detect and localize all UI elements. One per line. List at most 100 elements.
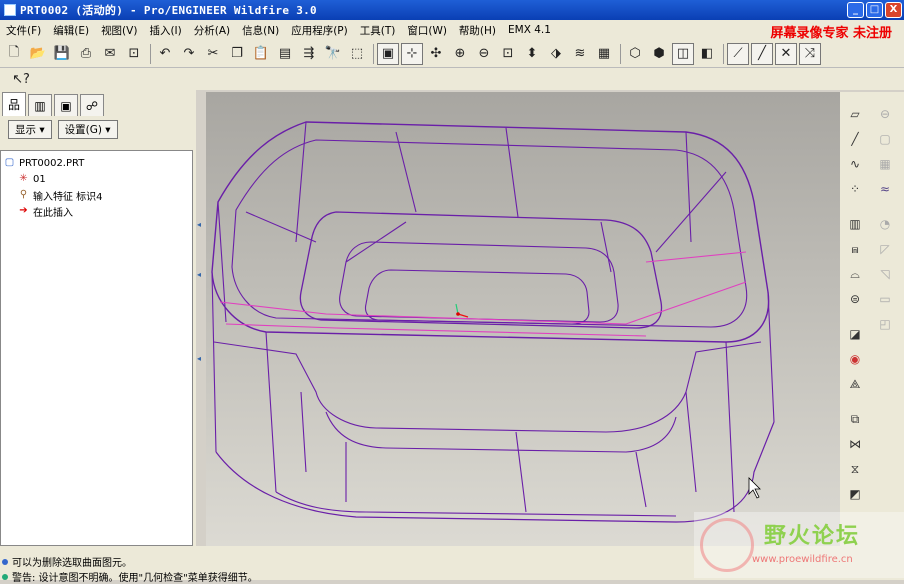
repaint-icon[interactable]: ▣ <box>377 42 399 65</box>
model-tree-tab-icon[interactable]: 品 <box>2 92 26 116</box>
hole-icon[interactable]: ⊖ <box>875 104 895 124</box>
blend-icon[interactable]: ⊜ <box>845 289 865 309</box>
layers-icon[interactable]: ≋ <box>569 43 591 65</box>
message-text: 可以为删除选取曲面图元。 <box>12 558 132 569</box>
menu-help[interactable]: 帮助(H) <box>453 23 502 38</box>
new-file-icon[interactable]: 🗋 <box>3 43 25 65</box>
collapse-arrow-icon[interactable]: ◂ <box>197 220 201 229</box>
menu-edit[interactable]: 编辑(E) <box>47 23 95 38</box>
graphics-window[interactable] <box>206 92 840 546</box>
boundary-blend-icon[interactable]: ≈ <box>875 179 895 199</box>
collapse-arrow-icon[interactable]: ◂ <box>197 270 201 279</box>
menu-analysis[interactable]: 分析(A) <box>188 23 236 38</box>
menu-emx[interactable]: EMX 4.1 <box>502 24 557 36</box>
tree-item-datum[interactable]: ✳ 01 <box>1 171 192 187</box>
menu-window[interactable]: 窗口(W) <box>401 23 453 38</box>
mirror-icon[interactable]: ⋈ <box>845 434 865 454</box>
hidden-line-icon[interactable]: ⬢ <box>648 43 670 65</box>
tree-item-insert-here[interactable]: ➔ 在此插入 <box>1 203 192 219</box>
orient-mode-icon[interactable]: ✣ <box>425 43 447 65</box>
view-manager-icon[interactable]: ▦ <box>593 43 615 65</box>
sweep-icon[interactable]: ⌓ <box>845 264 865 284</box>
part-icon: ▢ <box>4 157 15 168</box>
copy-feature-icon[interactable]: ⧉ <box>845 409 865 429</box>
spin-center-icon[interactable]: ⊹ <box>401 42 423 65</box>
rib-icon[interactable]: ▦ <box>875 154 895 174</box>
menu-view[interactable]: 视图(V) <box>95 23 143 38</box>
tree-item-import-feature[interactable]: ⚲ 输入特征 标识4 <box>1 187 192 203</box>
offset-icon[interactable]: ◰ <box>875 314 895 334</box>
menu-bar: 文件(F) 编辑(E) 视图(V) 插入(I) 分析(A) 信息(N) 应用程序… <box>0 20 904 40</box>
panel-splitter[interactable]: ◂ ◂ ◂ <box>196 90 206 546</box>
coordinate-systems-icon[interactable]: ⤨ <box>799 42 821 65</box>
insert-here-icon: ➔ <box>19 205 28 216</box>
menu-file[interactable]: 文件(F) <box>0 23 47 38</box>
style-icon[interactable]: ◪ <box>845 324 865 344</box>
coordinate-triad <box>455 303 469 318</box>
open-folder-icon[interactable]: 📂 <box>27 43 49 65</box>
menu-info[interactable]: 信息(N) <box>236 23 285 38</box>
reorient-icon[interactable]: ⬍ <box>521 43 543 65</box>
sketched-curve-icon[interactable]: ∿ <box>845 154 865 174</box>
connections-tab-icon[interactable]: ☍ <box>80 94 104 116</box>
paste-icon[interactable]: 📋 <box>250 43 272 65</box>
chamfer-icon[interactable]: ◸ <box>875 239 895 259</box>
datum-axes-icon[interactable]: ╱ <box>751 42 773 65</box>
send-icon[interactable]: ⊡ <box>123 43 145 65</box>
email-icon[interactable]: ✉ <box>99 43 121 65</box>
forum-name: 野火论坛 <box>764 523 861 549</box>
shading-icon[interactable]: ◧ <box>696 43 718 65</box>
regenerate-icon[interactable]: ⇶ <box>298 43 320 65</box>
extrude-icon[interactable]: ▥ <box>845 214 865 234</box>
minimize-button[interactable]: _ <box>847 2 864 18</box>
zoom-in-icon[interactable]: ⊕ <box>449 43 471 65</box>
folder-browser-tab-icon[interactable]: ▥ <box>28 94 52 116</box>
menu-tools[interactable]: 工具(T) <box>354 23 402 38</box>
menu-applications[interactable]: 应用程序(P) <box>285 23 354 38</box>
save-icon[interactable]: 💾 <box>51 43 73 65</box>
warning-dot-icon <box>2 573 8 580</box>
cut-icon[interactable]: ✂ <box>202 43 224 65</box>
datum-points-icon[interactable]: ✕ <box>775 42 797 65</box>
print-icon[interactable]: ⎙ <box>75 43 97 65</box>
refit-icon[interactable]: ⊡ <box>497 43 519 65</box>
redo-icon[interactable]: ↷ <box>178 43 200 65</box>
wireframe-icon[interactable]: ⬡ <box>624 43 646 65</box>
tree-item-label: 在此插入 <box>33 207 73 219</box>
settings-dropdown[interactable]: 设置(G) ▾ <box>57 120 118 139</box>
trim-icon[interactable]: ◩ <box>845 484 865 504</box>
context-help-icon[interactable]: ↖? <box>10 68 32 90</box>
toolbar-separator <box>150 43 151 64</box>
datum-planes-icon[interactable]: ⟋ <box>727 42 749 65</box>
shell-icon[interactable]: ▢ <box>875 129 895 149</box>
maximize-button[interactable]: □ <box>866 2 883 18</box>
pattern-icon[interactable]: ▭ <box>875 289 895 309</box>
menu-insert[interactable]: 插入(I) <box>143 23 187 38</box>
close-button[interactable]: X <box>885 2 902 18</box>
tree-item-label: 输入特征 标识4 <box>33 191 103 203</box>
round-icon[interactable]: ◔ <box>875 214 895 234</box>
datum-point-tool-icon[interactable]: ⁘ <box>845 179 865 199</box>
tree-item-root[interactable]: ▢ PRT0002.PRT <box>1 155 192 171</box>
revolve-icon[interactable]: ⩎ <box>845 239 865 259</box>
app-icon <box>4 4 16 16</box>
zoom-out-icon[interactable]: ⊖ <box>473 43 495 65</box>
no-hidden-icon[interactable]: ◫ <box>672 42 694 65</box>
toolbar-separator <box>723 43 724 64</box>
undo-icon[interactable]: ↶ <box>154 43 176 65</box>
appearance-icon[interactable]: ◉ <box>845 349 865 369</box>
draft-icon[interactable]: ◹ <box>875 264 895 284</box>
show-dropdown[interactable]: 显示 ▾ <box>8 120 52 139</box>
select-box-icon[interactable]: ⬚ <box>346 43 368 65</box>
saved-views-icon[interactable]: ⬗ <box>545 43 567 65</box>
favorites-tab-icon[interactable]: ▣ <box>54 94 78 116</box>
analysis-tool-icon[interactable]: ⟁ <box>845 374 865 394</box>
datum-plane-tool-icon[interactable]: ▱ <box>845 104 865 124</box>
paste-special-icon[interactable]: ▤ <box>274 43 296 65</box>
message-text: 警告: 设计意图不明确。使用"几何检查"菜单获得细节。 <box>12 573 258 584</box>
merge-icon[interactable]: ⧖ <box>845 459 865 479</box>
datum-axis-tool-icon[interactable]: ╱ <box>845 129 865 149</box>
copy-icon[interactable]: ❐ <box>226 43 248 65</box>
collapse-arrow-icon[interactable]: ◂ <box>197 354 201 363</box>
find-icon[interactable]: 🔭 <box>322 43 344 65</box>
